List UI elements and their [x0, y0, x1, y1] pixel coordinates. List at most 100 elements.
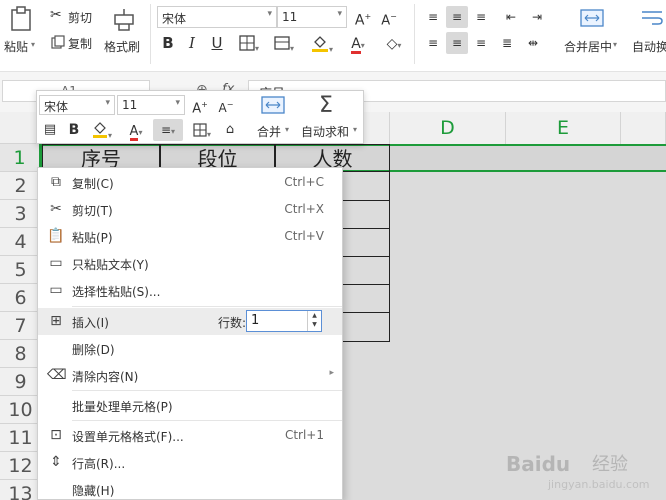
- mini-decrease-font-button[interactable]: A−: [215, 94, 237, 116]
- paste-dropdown-icon[interactable]: ▾: [31, 40, 35, 49]
- increase-font-size-button[interactable]: A+: [352, 6, 374, 29]
- row-header-4[interactable]: 4: [0, 228, 42, 256]
- mini-fill-color-button[interactable]: ▾: [87, 119, 117, 141]
- mini-merge-dropdown-icon[interactable]: ▾: [285, 125, 289, 134]
- mini-merge-button[interactable]: 合并 ▾: [253, 93, 293, 143]
- font-size-value: 11: [282, 10, 298, 24]
- align-center-button[interactable]: ≡: [446, 32, 468, 54]
- menu-item-format-cells[interactable]: ⊡ 设置单元格格式(F)... Ctrl+1: [38, 422, 342, 449]
- merge-dropdown-icon[interactable]: ▾: [613, 40, 617, 49]
- distributed-button[interactable]: ⇹: [522, 32, 544, 54]
- row-header-11[interactable]: 11: [0, 424, 42, 452]
- mini-font-size-value: 11: [122, 98, 138, 112]
- menu-item-label: 选择性粘贴(S)...: [72, 285, 161, 299]
- row-header-2[interactable]: 2: [0, 172, 42, 200]
- font-size-select[interactable]: 11 ▾: [277, 6, 347, 28]
- auto-wrap-button[interactable]: 自动换: [628, 4, 666, 58]
- font-name-value: 宋体: [162, 12, 187, 26]
- menu-item-label: 粘贴(P): [72, 231, 113, 245]
- clear-button[interactable]: ◇▾: [378, 32, 410, 54]
- menu-item-insert[interactable]: ⊞ 插入(I) 行数: 1 ▲ ▼: [38, 308, 342, 335]
- row-header-3[interactable]: 3: [0, 200, 42, 228]
- mini-autosum-button[interactable]: Σ 自动求和 ▾: [297, 93, 363, 143]
- bold-button[interactable]: B: [157, 32, 179, 54]
- insert-rows-icon: ⊞: [50, 313, 62, 329]
- mini-borders-button[interactable]: ▾: [187, 119, 217, 141]
- row-header-10[interactable]: 10: [0, 396, 42, 424]
- column-gridline: [506, 144, 507, 500]
- mini-align-button[interactable]: ≡▾: [153, 119, 183, 141]
- menu-item-hide[interactable]: 隐藏(H): [38, 476, 342, 500]
- cut-button[interactable]: ✂ 剪切: [50, 7, 98, 26]
- row-header-12[interactable]: 12: [0, 452, 42, 480]
- menu-item-clear-content[interactable]: ⌫ 清除内容(N) ▸: [38, 362, 342, 389]
- menu-item-paste[interactable]: 📋 粘贴(P) Ctrl+V: [38, 223, 342, 250]
- row-header-5[interactable]: 5: [0, 256, 42, 284]
- increase-indent-button[interactable]: ⇥: [526, 6, 548, 28]
- column-header-f[interactable]: [621, 112, 666, 144]
- align-left-button[interactable]: ≡: [422, 32, 444, 54]
- row-header-1[interactable]: 1: [0, 144, 42, 172]
- format-painter-button[interactable]: 格式刷: [104, 4, 144, 56]
- menu-item-batch-process[interactable]: 批量处理单元格(P): [38, 392, 342, 419]
- menu-item-shortcut: Ctrl+C: [284, 175, 324, 189]
- menu-item-label: 删除(D): [72, 343, 115, 357]
- paint-bucket-icon: [92, 122, 107, 138]
- insert-rows-stepper[interactable]: 1 ▲ ▼: [246, 310, 322, 332]
- menu-item-paste-text-only[interactable]: ▭ 只粘贴文本(Y): [38, 250, 342, 277]
- chevron-down-icon: ▾: [105, 98, 110, 108]
- font-color-button[interactable]: A▾: [342, 32, 374, 54]
- font-name-select[interactable]: 宋体 ▾: [157, 6, 277, 28]
- justify-button[interactable]: ≣: [496, 32, 518, 54]
- align-middle-button[interactable]: ≡: [446, 6, 468, 28]
- menu-separator: [72, 390, 342, 391]
- ribbon-divider: [150, 4, 151, 64]
- menu-item-delete[interactable]: 删除(D): [38, 335, 342, 362]
- watermark-suffix: 经验: [592, 454, 628, 475]
- spreadsheet-window: 粘贴 ▾ ✂ 剪切 复制 格式刷 宋体 ▾ 11 ▾ A+ A− B I U ▾…: [0, 0, 666, 500]
- italic-button[interactable]: I: [181, 32, 203, 54]
- row-header-9[interactable]: 9: [0, 368, 42, 396]
- mini-increase-font-button[interactable]: A+: [189, 94, 211, 116]
- mini-clear-button[interactable]: ⌂: [219, 119, 241, 141]
- mini-format-painter-button[interactable]: ▤: [39, 119, 61, 141]
- mini-font-size-select[interactable]: 11 ▾: [117, 95, 185, 115]
- align-bottom-button[interactable]: ≡: [470, 6, 492, 28]
- stepper-arrows[interactable]: ▲ ▼: [307, 311, 321, 331]
- insert-rows-value[interactable]: 1: [251, 313, 259, 328]
- mini-bold-button[interactable]: B: [63, 119, 85, 141]
- chevron-down-icon: ▾: [267, 9, 272, 19]
- borders-button[interactable]: ▾: [234, 32, 264, 54]
- decrease-font-size-button[interactable]: A−: [378, 6, 400, 28]
- copy-label: 复制: [68, 37, 93, 51]
- menu-item-shortcut: Ctrl+1: [284, 428, 324, 442]
- cell-style-button[interactable]: ▾: [268, 32, 300, 54]
- merge-cells-icon: [580, 9, 604, 27]
- ribbon-divider: [414, 4, 415, 64]
- ribbon-toolbar: 粘贴 ▾ ✂ 剪切 复制 格式刷 宋体 ▾ 11 ▾ A+ A− B I U ▾…: [0, 0, 666, 72]
- menu-item-shortcut: Ctrl+V: [284, 229, 324, 243]
- menu-item-copy[interactable]: ⧉ 复制(C) Ctrl+C: [38, 169, 342, 196]
- mini-font-color-button[interactable]: A▾: [121, 119, 151, 141]
- row-header-7[interactable]: 7: [0, 312, 42, 340]
- row-header-8[interactable]: 8: [0, 340, 42, 368]
- mini-autosum-dropdown-icon[interactable]: ▾: [353, 125, 357, 134]
- wrap-text-icon: [642, 11, 663, 25]
- merge-center-button[interactable]: 合并居中 ▾: [560, 4, 620, 58]
- decrease-indent-button[interactable]: ⇤: [500, 6, 522, 28]
- column-header-d[interactable]: D: [390, 112, 506, 144]
- menu-item-cut[interactable]: ✂ 剪切(T) Ctrl+X: [38, 196, 342, 223]
- row-header-6[interactable]: 6: [0, 284, 42, 312]
- align-top-button[interactable]: ≡: [422, 6, 444, 28]
- paste-button[interactable]: 粘贴 ▾: [4, 4, 38, 56]
- underline-button[interactable]: U: [206, 32, 228, 54]
- menu-item-paste-special[interactable]: ▭ 选择性粘贴(S)...: [38, 277, 342, 304]
- copy-button[interactable]: 复制: [50, 34, 98, 52]
- menu-item-row-height[interactable]: ⇕ 行高(R)...: [38, 449, 342, 476]
- fill-color-button[interactable]: ▾: [306, 32, 338, 54]
- mini-font-name-select[interactable]: 宋体 ▾: [39, 95, 115, 115]
- align-right-button[interactable]: ≡: [470, 32, 492, 54]
- column-header-e[interactable]: E: [506, 112, 621, 144]
- row-header-13[interactable]: 13: [0, 480, 42, 500]
- menu-item-label: 清除内容(N): [72, 370, 139, 384]
